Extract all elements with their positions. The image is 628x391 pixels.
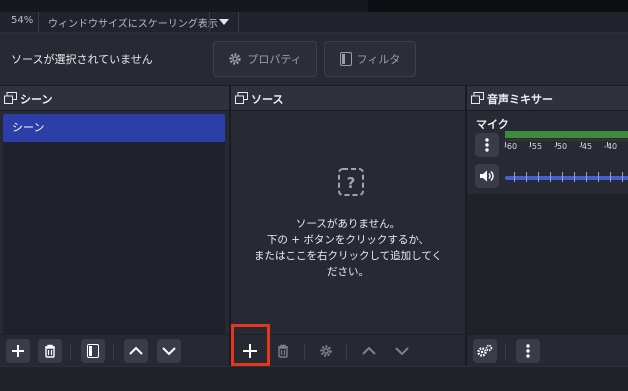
chevron-down-icon[interactable] [219, 19, 229, 25]
dock-icon[interactable] [4, 92, 17, 104]
speaker-icon [480, 170, 494, 182]
scenes-title: シーン [20, 93, 53, 106]
scene-item[interactable]: シーン [3, 114, 225, 142]
kebab-icon [526, 344, 530, 358]
move-source-down-button[interactable] [390, 339, 414, 363]
sources-dock-header: ソース [231, 86, 465, 111]
zoom-level: 54% [11, 15, 34, 26]
source-properties-button[interactable] [314, 339, 338, 363]
empty-sources-message: ソースがありません。 下の + ボタンをクリックするか、 またはここを右クリック… [231, 166, 465, 280]
empty-line-3: またはここを右クリックして追加してく [253, 250, 443, 262]
chevron-up-icon [129, 346, 143, 355]
volume-meter-peak [505, 139, 628, 141]
mute-button[interactable] [475, 164, 499, 188]
gear-icon [477, 344, 493, 357]
slider-tick [622, 172, 623, 182]
meter-scale-label: -50 [554, 142, 568, 151]
move-scene-up-button[interactable] [124, 339, 148, 363]
meter-scale-label: -60 [504, 142, 518, 151]
slider-tick [514, 172, 515, 182]
filter-icon [87, 344, 99, 358]
meter-scale-label: -45 [579, 142, 593, 151]
filter-icon [339, 52, 352, 66]
slider-tick [610, 172, 611, 182]
meter-scale-label: -55 [529, 142, 543, 151]
empty-line-2: 下の + ボタンをクリックするか、 [266, 234, 430, 246]
scenes-dock: シーン シーン [0, 86, 231, 367]
mixer-empty-area [467, 194, 628, 334]
scale-mode-label: ウィンドウサイズにスケーリング表示 [48, 19, 218, 30]
divider [304, 343, 305, 359]
filters-label: フィルタ [356, 53, 401, 66]
chevron-down-icon [162, 347, 176, 356]
divider [209, 12, 210, 32]
divider [238, 12, 239, 32]
add-scene-button[interactable] [6, 339, 30, 363]
slider-tick [598, 172, 599, 182]
kebab-icon [485, 138, 489, 152]
remove-source-button[interactable] [271, 339, 295, 363]
mixer-title: 音声ミキサー [487, 93, 553, 106]
move-scene-down-button[interactable] [157, 339, 181, 363]
dock-icon[interactable] [471, 92, 484, 104]
sources-title: ソース [251, 93, 284, 106]
filters-button[interactable]: フィルタ [324, 41, 416, 77]
meter-scale-label: -40 [604, 142, 618, 151]
empty-line-1: ソースがありません。 [295, 218, 401, 230]
empty-line-4: ださい。 [327, 266, 369, 278]
divider [38, 12, 39, 32]
dock-icon[interactable] [235, 92, 248, 104]
divider [346, 343, 347, 359]
mixer-dock-header: 音声ミキサー [467, 86, 628, 111]
context-bar: ソースが選択されていません プロパティ フィルタ [0, 33, 628, 86]
move-source-up-button[interactable] [357, 339, 381, 363]
slider-tick [526, 172, 527, 182]
plus-icon [12, 345, 24, 357]
slider-tick [550, 172, 551, 182]
scenes-toolbar [0, 334, 229, 367]
remove-scene-button[interactable] [38, 339, 62, 363]
audio-mixer-dock: 音声ミキサー マイク -60 -55 -50 -45 -40 [467, 86, 628, 367]
gear-icon [320, 345, 332, 357]
bottom-status-bar [0, 366, 628, 391]
divider [70, 343, 71, 359]
slider-tick [586, 172, 587, 182]
preview-status-bar: 54% ウィンドウサイズにスケーリング表示 [0, 12, 628, 33]
chevron-up-icon [362, 346, 376, 355]
trash-icon [278, 344, 288, 358]
channel-name: マイク [476, 118, 509, 131]
chevron-down-icon [395, 347, 409, 356]
divider [113, 343, 114, 359]
mixer-menu-button[interactable] [516, 339, 540, 363]
advanced-audio-button[interactable] [473, 339, 497, 363]
slider-tick [538, 172, 539, 182]
trash-icon [45, 344, 55, 358]
scene-filters-button[interactable] [81, 339, 105, 363]
properties-button[interactable]: プロパティ [213, 41, 317, 77]
volume-meter [505, 131, 628, 138]
slider-tick [562, 172, 563, 182]
channel-menu-button[interactable] [475, 133, 499, 157]
preview-edge [368, 0, 628, 12]
divider [505, 343, 506, 359]
no-source-label: ソースが選択されていません [11, 53, 153, 66]
slider-tick [574, 172, 575, 182]
mixer-toolbar [467, 334, 628, 367]
scenes-dock-header: シーン [0, 86, 229, 111]
scene-list: シーン [3, 114, 225, 342]
top-strip [0, 0, 628, 12]
gear-icon [229, 53, 242, 65]
highlight-box [231, 324, 270, 366]
properties-label: プロパティ [247, 53, 302, 66]
